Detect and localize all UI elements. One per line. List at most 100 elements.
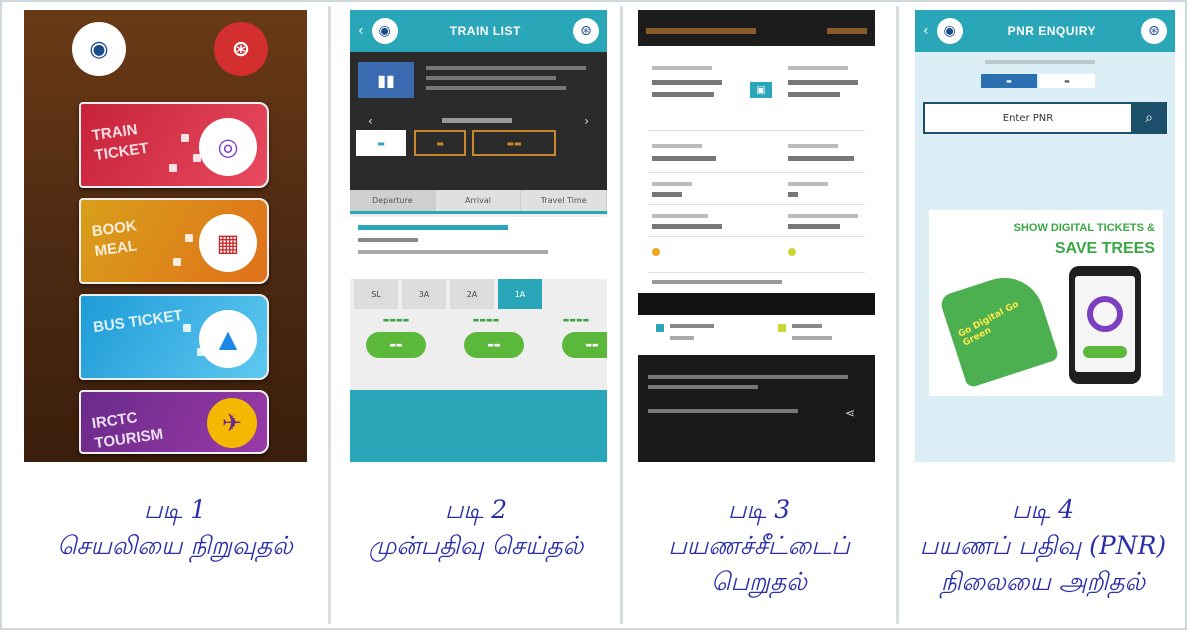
field-line	[652, 214, 708, 218]
class-option[interactable]: 1A	[498, 279, 542, 309]
field-line	[788, 156, 854, 161]
menu-bus-ticket[interactable]: Bus Ticket ▲	[79, 294, 269, 380]
bottom-banner	[350, 390, 607, 462]
field-line	[652, 280, 782, 284]
train-detail-line	[358, 238, 418, 242]
train-list-item[interactable]	[350, 217, 607, 279]
screenshot-ticket-details: ▣ ⋖	[638, 10, 875, 462]
field-line	[788, 214, 858, 218]
tab-arrival[interactable]: Arrival	[436, 190, 522, 211]
filter-chip[interactable]: ▬	[356, 130, 406, 156]
column-divider	[896, 6, 899, 624]
availability-status: ▬▬▬▬	[562, 316, 590, 324]
banner-line: SHOW DIGITAL TICKETS &	[1013, 222, 1155, 234]
mode-toggle[interactable]: ▬	[981, 74, 1037, 88]
field-line	[792, 324, 822, 328]
filter-chip[interactable]: ▬▬	[472, 130, 556, 156]
promo-banner: SHOW DIGITAL TICKETS & SAVE TREES Go Dig…	[929, 210, 1163, 396]
share-icon[interactable]: ⋖	[845, 407, 855, 419]
class-selector: SL 3A 2A 1A	[350, 279, 607, 309]
header-text-line	[827, 28, 867, 34]
menu-tourism[interactable]: IRCTC Tourism ✈	[79, 390, 269, 454]
field-line	[652, 192, 682, 197]
train-detail-line	[358, 250, 548, 254]
field-line	[652, 92, 714, 97]
app-bar: ‹ ◉ PNR ENQUIRY ⊛	[915, 10, 1175, 52]
phone-button	[1083, 346, 1127, 358]
availability-status: ▬▬▬▬	[472, 316, 500, 324]
class-option[interactable]: 3A	[402, 279, 446, 309]
pnr-input[interactable]: Enter PNR	[923, 102, 1133, 134]
subtitle-line	[985, 60, 1095, 64]
field-line	[788, 80, 858, 85]
step-number: படி 3	[727, 495, 791, 524]
step-caption: படி 2 முன்பதிவு செய்தல்	[336, 492, 616, 564]
rail-logo-icon: ⊛	[1141, 18, 1167, 44]
promo-text-line	[426, 66, 586, 70]
book-now-button[interactable]: ▬▬	[366, 332, 426, 358]
divider-line	[648, 204, 865, 205]
decor-dot	[173, 258, 181, 266]
column-divider	[328, 6, 331, 624]
search-icon[interactable]: ⌕	[1131, 102, 1167, 134]
passenger-header	[638, 293, 875, 315]
bus-icon: ▲	[199, 310, 257, 368]
tab-travel-time[interactable]: Travel Time	[521, 190, 607, 211]
rail-logo-icon: ⊛	[573, 18, 599, 44]
status-dot-icon	[788, 248, 796, 256]
decor-dot	[181, 134, 189, 142]
screenshot-app-home: ◉ ⊛ Train Ticket ◎ Book Meal ▦ Bus Ticke…	[24, 10, 307, 462]
step-caption: படி 1 செயலியை நிறுவுதல்	[30, 492, 320, 564]
menu-train-ticket[interactable]: Train Ticket ◎	[79, 102, 269, 188]
date-text-line	[442, 118, 512, 123]
back-arrow-icon[interactable]: ‹	[923, 23, 929, 39]
promo-text-line	[426, 86, 566, 90]
field-line	[670, 336, 694, 340]
phone-icon	[1069, 266, 1141, 384]
step-title: பெறுதல்	[711, 567, 807, 596]
field-line	[788, 192, 798, 197]
irctc-logo: ◉	[936, 18, 963, 44]
thumb-text: Go Digital Go Green	[956, 299, 1021, 349]
passenger-icon	[656, 324, 664, 332]
phone-screen	[1075, 276, 1135, 372]
menu-label: IRCTC Tourism	[90, 409, 165, 453]
passenger-icon	[778, 324, 786, 332]
header-text-line	[646, 28, 756, 34]
irctc-logo: ◉	[371, 18, 398, 44]
tourism-icon: ✈	[207, 398, 257, 448]
next-date-icon[interactable]: ›	[584, 114, 589, 128]
filter-chip[interactable]: ▬	[414, 130, 466, 156]
step-caption: படி 3 பயணச்சீட்டைப் பெறுதல்	[626, 492, 892, 600]
decor-dot	[185, 234, 193, 242]
step-title: செயலியை நிறுவுதல்	[57, 531, 293, 560]
book-now-button[interactable]: ▬▬	[464, 332, 524, 358]
menu-book-meal[interactable]: Book Meal ▦	[79, 198, 269, 284]
back-arrow-icon[interactable]: ‹	[358, 23, 364, 39]
screenshot-pnr-enquiry: ‹ ◉ PNR ENQUIRY ⊛ ▬ ▬ Enter PNR ⌕ SHOW D…	[915, 10, 1175, 462]
message-line	[648, 385, 758, 389]
field-line	[652, 182, 692, 186]
book-now-button[interactable]: ▬▬	[562, 332, 607, 358]
sort-tabs: Departure Arrival Travel Time	[350, 190, 607, 214]
step-title: நிலையை அறிதல்	[940, 567, 1146, 596]
rail-logo-icon: ◎	[199, 118, 257, 176]
class-option[interactable]: 2A	[450, 279, 494, 309]
message-line	[648, 375, 848, 379]
divider-line	[648, 236, 865, 237]
column-divider	[620, 6, 623, 624]
step-number: படி 1	[143, 495, 207, 524]
field-line	[788, 182, 828, 186]
field-line	[652, 224, 722, 229]
app-bar: ‹ ◉ TRAIN LIST ⊛	[350, 10, 607, 52]
step-title: முன்பதிவு செய்தல்	[368, 531, 584, 560]
field-line	[652, 156, 716, 161]
tab-departure[interactable]: Departure	[350, 190, 436, 211]
app-bar-title: TRAIN LIST	[449, 24, 521, 38]
step-number: படி 2	[444, 495, 508, 524]
mode-toggle[interactable]: ▬	[1039, 74, 1095, 88]
class-option[interactable]: SL	[354, 279, 398, 309]
menu-label: Train Ticket	[90, 121, 150, 165]
prev-date-icon[interactable]: ‹	[368, 114, 373, 128]
status-dot-icon	[652, 248, 660, 256]
